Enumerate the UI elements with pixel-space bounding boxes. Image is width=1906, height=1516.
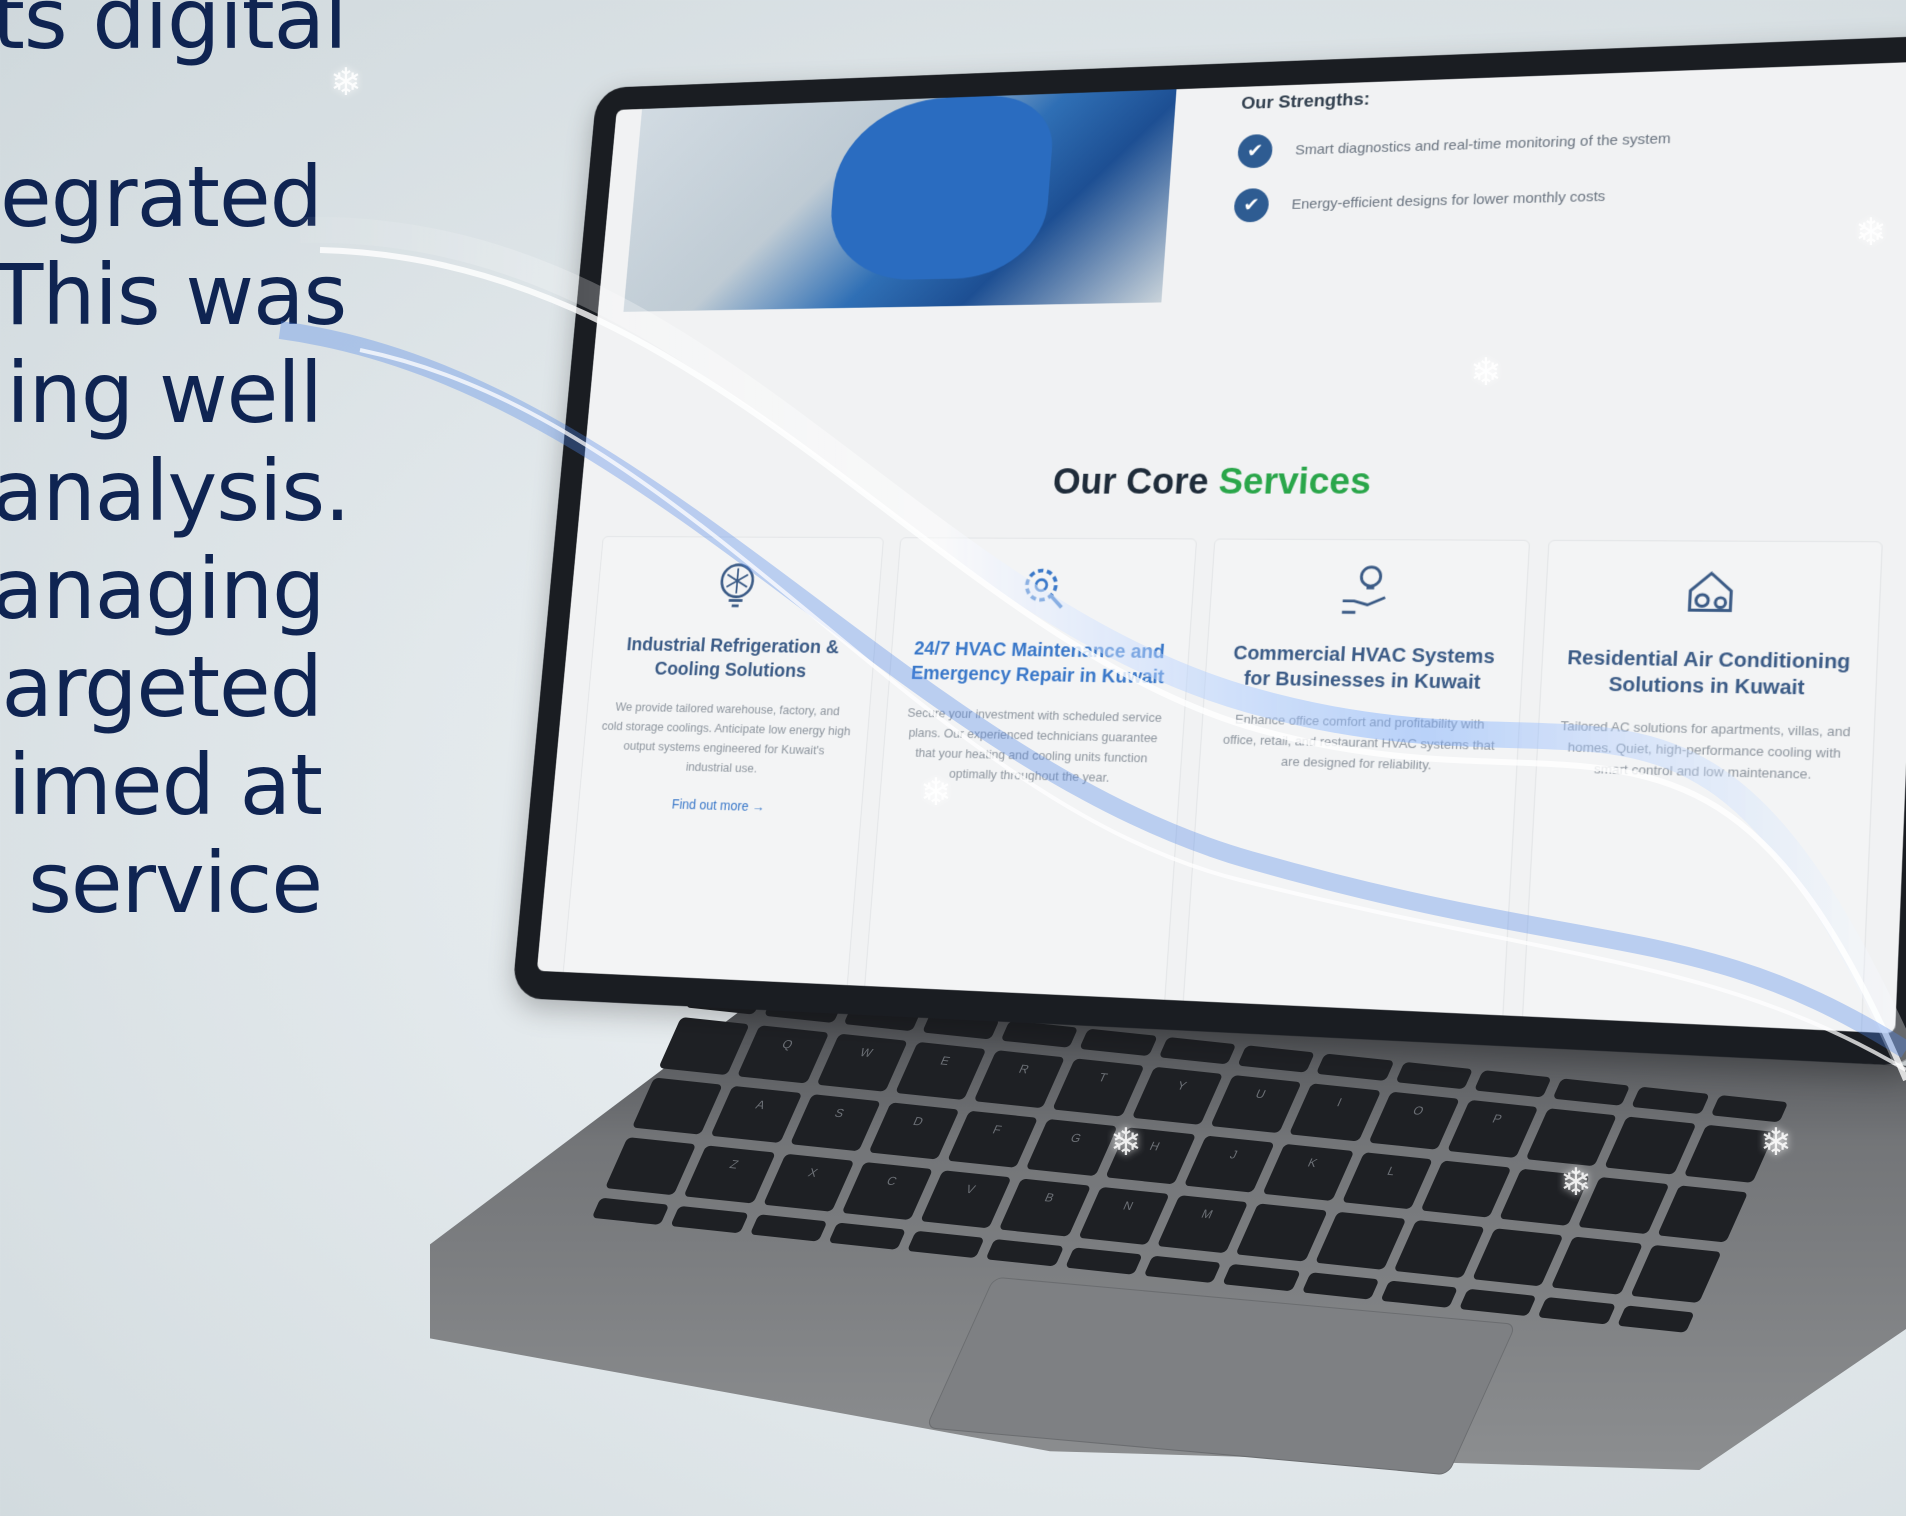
snowflake-icon: ❄: [1560, 1162, 1592, 1204]
hero-copy-line: anaging: [0, 540, 325, 638]
keyboard-key[interactable]: [1472, 1228, 1564, 1287]
check-circle-icon: ✔: [1236, 133, 1274, 169]
find-out-more-label: Find out more: [671, 796, 750, 814]
snowflake-icon: ❄: [1855, 212, 1887, 254]
strengths-section: Our Strengths: ✔ Smart diagnostics and r…: [1233, 63, 1895, 223]
hero-copy-line: imed at: [7, 736, 323, 834]
services-heading-part1: Our Core: [1051, 462, 1210, 503]
snowflake-icon: ❄: [1110, 1122, 1142, 1164]
laptop-lid: Our Strengths: ✔ Smart diagnostics and r…: [511, 34, 1906, 1067]
service-card-desc: Tailored AC solutions for apartments, vi…: [1560, 718, 1851, 782]
keyboard-key[interactable]: N: [1077, 1187, 1170, 1246]
keyboard-key[interactable]: U: [1210, 1074, 1303, 1133]
strengths-title: Our Strengths:: [1240, 89, 1371, 114]
hero-copy-line: This was: [0, 246, 347, 344]
service-card[interactable]: Residential Air Conditioning Solutions i…: [1521, 539, 1883, 1034]
strength-item-text: Smart diagnostics and real-time monitori…: [1294, 130, 1672, 158]
keyboard-key[interactable]: S: [789, 1093, 881, 1152]
service-card-desc: We provide tailored warehouse, factory, …: [601, 699, 852, 776]
hand-lightbulb-icon: [1334, 559, 1399, 620]
keyboard-key[interactable]: L: [1341, 1151, 1433, 1210]
keyboard-key[interactable]: D: [868, 1102, 960, 1160]
keyboard-key[interactable]: [1551, 1236, 1643, 1295]
services-cards: Industrial Refrigeration & Cooling Solut…: [562, 536, 1883, 1034]
keyboard-key[interactable]: Q: [737, 1025, 829, 1084]
strength-item: ✔ Smart diagnostics and real-time monito…: [1236, 114, 1893, 169]
hero-copy-line: argeted: [1, 638, 323, 736]
keyboard-key[interactable]: I: [1289, 1083, 1381, 1142]
service-card-title: Residential Air Conditioning Solutions i…: [1566, 647, 1851, 700]
keyboard-key[interactable]: [1420, 1160, 1512, 1218]
keyboard-key[interactable]: M: [1156, 1195, 1249, 1254]
keyboard-key[interactable]: R: [973, 1049, 1066, 1108]
keyboard-key[interactable]: B: [999, 1178, 1091, 1237]
service-card-title: Commercial HVAC Systems for Businesses i…: [1232, 642, 1496, 694]
check-circle-icon: ✔: [1233, 187, 1270, 223]
keyboard-key[interactable]: C: [841, 1162, 933, 1221]
snowflake-icon: ❄: [1470, 352, 1502, 394]
keyboard-key[interactable]: [658, 1016, 751, 1075]
laptop-screen: Our Strengths: ✔ Smart diagnostics and r…: [536, 61, 1906, 1034]
service-card[interactable]: Industrial Refrigeration & Cooling Solut…: [562, 536, 884, 991]
keyboard-key[interactable]: T: [1052, 1058, 1145, 1117]
keyboard-key[interactable]: [1525, 1107, 1618, 1166]
keyboard-key[interactable]: Z: [683, 1145, 776, 1204]
hero-copy-line: ing well: [6, 344, 323, 442]
keyboard-key[interactable]: [1393, 1220, 1485, 1279]
keyboard-key[interactable]: V: [920, 1170, 1012, 1229]
service-card-title: 24/7 HVAC Maintenance and Emergency Repa…: [910, 638, 1166, 689]
keyboard-key[interactable]: W: [816, 1033, 908, 1092]
keyboard-key[interactable]: A: [710, 1085, 803, 1144]
service-card[interactable]: 24/7 HVAC Maintenance and Emergency Repa…: [863, 537, 1198, 1006]
technician-arm: [825, 93, 1057, 282]
hero-copy-line: ts digital: [0, 0, 347, 68]
strength-item-text: Energy-efficient designs for lower month…: [1291, 187, 1606, 213]
services-heading-part2: Services: [1217, 461, 1373, 503]
keyboard-key[interactable]: [1314, 1212, 1407, 1271]
hero-copy-line: egrated: [0, 148, 323, 246]
strength-item: ✔ Energy-efficient designs for lower mon…: [1233, 171, 1890, 223]
keyboard-key[interactable]: O: [1368, 1091, 1460, 1150]
gear-wrench-icon: [1012, 558, 1074, 617]
snowflake-icon: ❄: [330, 62, 362, 104]
gear-snowflake-icon: [707, 556, 767, 614]
keyboard-key[interactable]: P: [1447, 1099, 1539, 1158]
service-card-desc: Enhance office comfort and profitability…: [1222, 711, 1496, 773]
laptop: QWERTYUIOPASDFGHJKLZXCVBNM Our Strengths…: [430, 0, 1906, 1516]
service-card-title: Industrial Refrigeration & Cooling Solut…: [625, 634, 840, 682]
hero-copy-line: analysis.: [0, 442, 351, 540]
hero-copy-line: service: [28, 834, 323, 932]
technician-photo: [623, 61, 1180, 312]
keyboard-key[interactable]: [1604, 1116, 1697, 1175]
keyboard-key[interactable]: X: [762, 1154, 855, 1212]
hero-copy: ts digital egrated This was ing well ana…: [0, 0, 351, 932]
find-out-more-link[interactable]: Find out more →: [594, 794, 845, 816]
snowflake-icon: ❄: [1760, 1122, 1792, 1164]
house-gear-icon: [1676, 561, 1744, 624]
keyboard-key[interactable]: K: [1262, 1143, 1355, 1202]
keyboard-key[interactable]: [1235, 1203, 1328, 1262]
service-card[interactable]: Commercial HVAC Systems for Businesses i…: [1182, 538, 1530, 1022]
keyboard-key[interactable]: G: [1025, 1118, 1118, 1177]
hero-copy-gap: [0, 68, 322, 148]
keyboard-key[interactable]: Y: [1131, 1066, 1224, 1125]
arrow-right-icon: →: [751, 798, 766, 815]
keyboard-key[interactable]: F: [947, 1110, 1039, 1169]
services-heading: Our Core Services: [580, 460, 1906, 504]
snowflake-icon: ❄: [920, 772, 952, 814]
keyboard-key[interactable]: E: [895, 1041, 987, 1100]
keyboard-key[interactable]: J: [1183, 1135, 1276, 1194]
